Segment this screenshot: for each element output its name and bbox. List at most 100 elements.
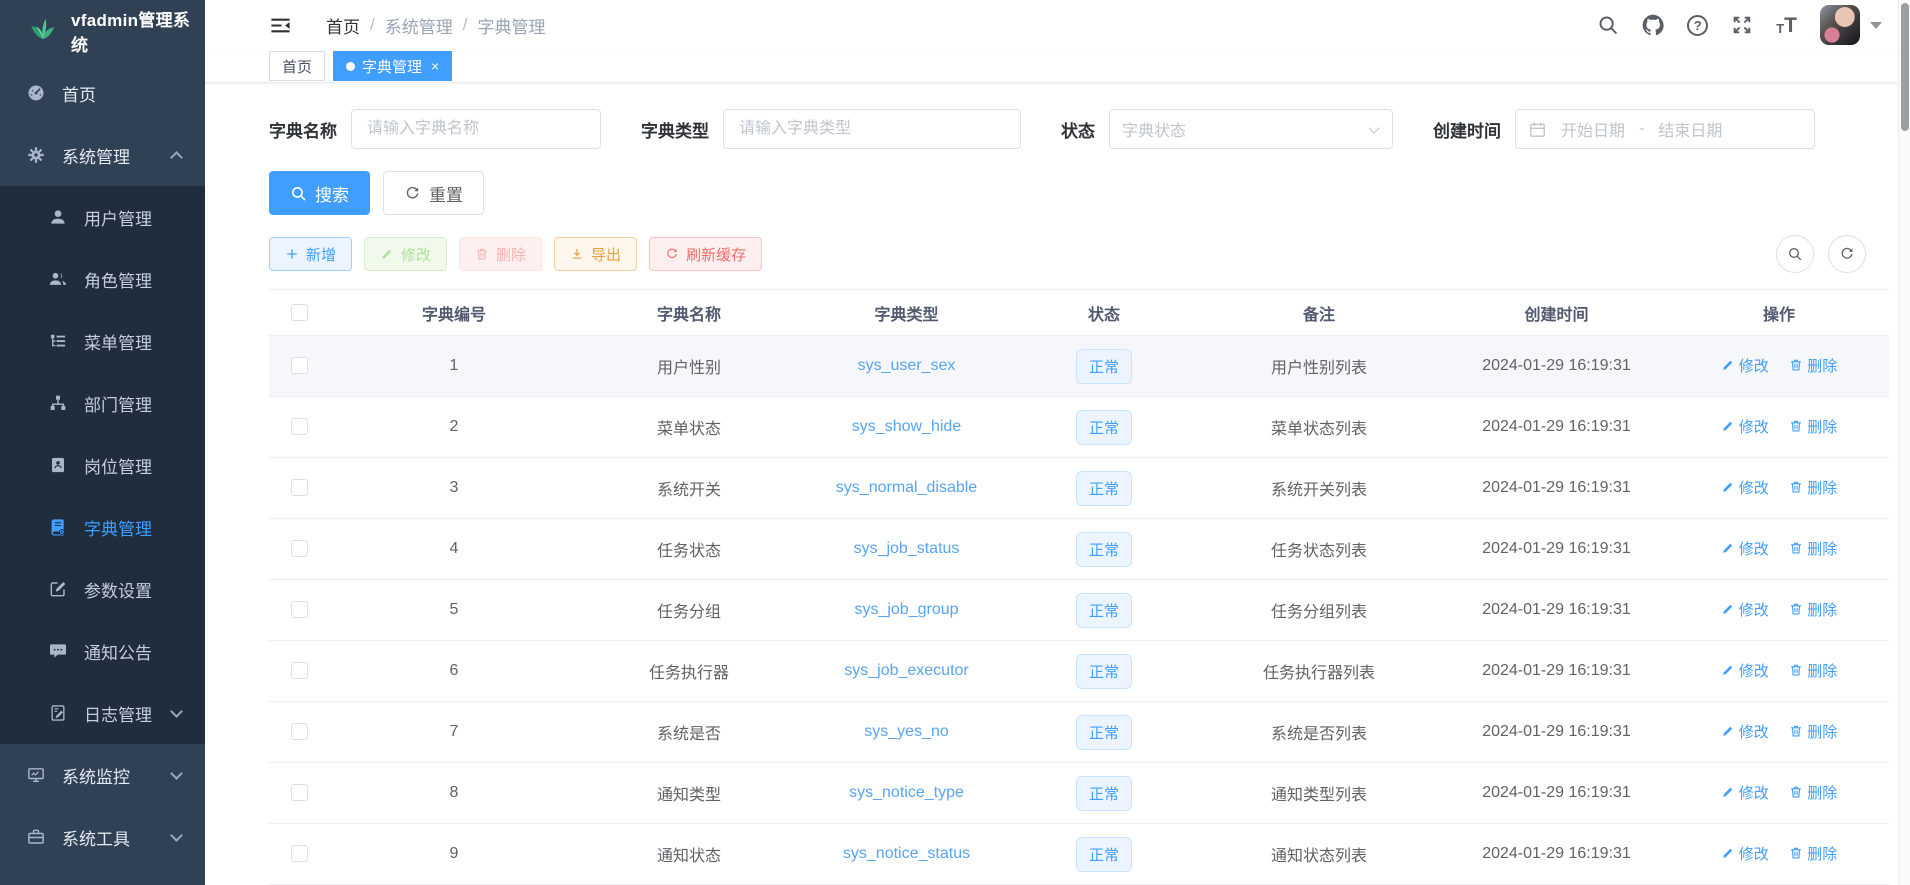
row-delete-link[interactable]: 删除 bbox=[1789, 477, 1837, 498]
toggle-search-button[interactable] bbox=[1776, 235, 1814, 273]
close-icon[interactable]: × bbox=[431, 58, 439, 74]
refresh-cache-button[interactable]: 刷新缓存 bbox=[649, 237, 762, 271]
dict-name-cell: 通知类型 bbox=[579, 763, 799, 824]
add-button[interactable]: 新增 bbox=[269, 237, 352, 271]
date-range-picker[interactable]: 开始日期 - 结束日期 bbox=[1515, 109, 1815, 149]
row-checkbox[interactable] bbox=[291, 845, 308, 862]
row-delete-link[interactable]: 删除 bbox=[1789, 538, 1837, 559]
breadcrumb: 首页 / 系统管理 / 字典管理 bbox=[326, 13, 545, 38]
tag-home[interactable]: 首页 bbox=[269, 51, 325, 81]
trash-icon bbox=[1789, 846, 1803, 860]
row-checkbox[interactable] bbox=[291, 418, 308, 435]
dict-name-cell: 用户性别 bbox=[579, 336, 799, 397]
breadcrumb-home[interactable]: 首页 bbox=[326, 13, 360, 38]
fullscreen-icon[interactable] bbox=[1731, 14, 1753, 36]
dict-type-link[interactable]: sys_yes_no bbox=[864, 723, 949, 740]
search-form: 字典名称 字典类型 状态 字典状态 创建时间 bbox=[269, 109, 1890, 149]
status-badge: 正常 bbox=[1076, 654, 1132, 689]
row-edit-link[interactable]: 修改 bbox=[1721, 782, 1769, 803]
row-checkbox[interactable] bbox=[291, 540, 308, 557]
status-badge: 正常 bbox=[1076, 471, 1132, 506]
row-checkbox[interactable] bbox=[291, 662, 308, 679]
status-select[interactable]: 字典状态 bbox=[1109, 109, 1393, 149]
search-button[interactable]: 搜索 bbox=[269, 171, 370, 215]
row-checkbox[interactable] bbox=[291, 784, 308, 801]
pencil-icon bbox=[1721, 602, 1735, 616]
navbar-right: ? TT bbox=[1597, 5, 1882, 45]
row-delete-link[interactable]: 删除 bbox=[1789, 782, 1837, 803]
sidebar-item-log-management[interactable]: 日志管理 bbox=[0, 682, 205, 744]
avatar[interactable] bbox=[1820, 5, 1860, 45]
dict-name-cell: 系统开关 bbox=[579, 458, 799, 519]
sidebar-item-post-management[interactable]: 岗位管理 bbox=[0, 434, 205, 496]
dict-name-input[interactable] bbox=[351, 109, 601, 149]
row-delete-link[interactable]: 删除 bbox=[1789, 660, 1837, 681]
row-delete-link[interactable]: 删除 bbox=[1789, 355, 1837, 376]
form-item-dict-type: 字典类型 bbox=[641, 109, 1021, 149]
delete-button[interactable]: 删除 bbox=[459, 237, 542, 271]
pencil-icon bbox=[1721, 724, 1735, 738]
refresh-table-button[interactable] bbox=[1828, 235, 1866, 273]
dict-type-link[interactable]: sys_job_status bbox=[854, 540, 960, 557]
dict-type-link[interactable]: sys_show_hide bbox=[852, 418, 961, 435]
sidebar-item-system-monitor[interactable]: 系统监控 bbox=[0, 744, 205, 806]
reset-button[interactable]: 重置 bbox=[383, 171, 484, 215]
range-separator: - bbox=[1639, 120, 1644, 138]
sidebar-item-dict-management[interactable]: 字典管理 bbox=[0, 496, 205, 558]
row-edit-link[interactable]: 修改 bbox=[1721, 721, 1769, 742]
scrollbar-track[interactable] bbox=[1898, 0, 1910, 885]
row-edit-link[interactable]: 修改 bbox=[1721, 538, 1769, 559]
row-edit-link[interactable]: 修改 bbox=[1721, 355, 1769, 376]
dict-type-link[interactable]: sys_notice_status bbox=[843, 845, 970, 862]
select-all-checkbox[interactable] bbox=[291, 304, 308, 321]
sidebar-item-menu-management[interactable]: 菜单管理 bbox=[0, 310, 205, 372]
app-root: vfadmin管理系统 首页 系统管理 用户管理 角色管理 菜单管理 部门管理 bbox=[0, 0, 1910, 885]
row-delete-link[interactable]: 删除 bbox=[1789, 599, 1837, 620]
edit-button[interactable]: 修改 bbox=[364, 237, 447, 271]
dict-id-cell: 1 bbox=[329, 336, 579, 397]
sidebar-item-dept-management[interactable]: 部门管理 bbox=[0, 372, 205, 434]
fold-menu-icon[interactable] bbox=[269, 14, 292, 37]
github-icon[interactable] bbox=[1642, 14, 1664, 36]
sidebar-item-system-management[interactable]: 系统管理 bbox=[0, 124, 205, 186]
main-area: 首页 / 系统管理 / 字典管理 ? TT 首页 bbox=[205, 0, 1910, 885]
sidebar-item-param-settings[interactable]: 参数设置 bbox=[0, 558, 205, 620]
row-delete-link[interactable]: 删除 bbox=[1789, 416, 1837, 437]
dict-type-link[interactable]: sys_job_executor bbox=[844, 662, 969, 679]
row-delete-link[interactable]: 删除 bbox=[1789, 843, 1837, 864]
row-edit-link[interactable]: 修改 bbox=[1721, 416, 1769, 437]
row-edit-link[interactable]: 修改 bbox=[1721, 843, 1769, 864]
sidebar-item-notice[interactable]: 通知公告 bbox=[0, 620, 205, 682]
form-item-dict-name: 字典名称 bbox=[269, 109, 601, 149]
breadcrumb-dict: 字典管理 bbox=[477, 13, 545, 38]
row-edit-link[interactable]: 修改 bbox=[1721, 477, 1769, 498]
dict-type-input[interactable] bbox=[723, 109, 1021, 149]
tag-dict-management[interactable]: 字典管理 × bbox=[333, 51, 452, 81]
row-edit-link[interactable]: 修改 bbox=[1721, 599, 1769, 620]
sidebar-item-system-tools[interactable]: 系统工具 bbox=[0, 806, 205, 868]
dict-id-cell: 9 bbox=[329, 824, 579, 885]
dict-type-link[interactable]: sys_job_group bbox=[854, 601, 958, 618]
row-delete-link[interactable]: 删除 bbox=[1789, 721, 1837, 742]
export-button[interactable]: 导出 bbox=[554, 237, 637, 271]
dict-type-link[interactable]: sys_notice_type bbox=[849, 784, 964, 801]
dict-type-link[interactable]: sys_user_sex bbox=[858, 357, 956, 374]
row-edit-link[interactable]: 修改 bbox=[1721, 660, 1769, 681]
row-checkbox[interactable] bbox=[291, 723, 308, 740]
sidebar-item-home[interactable]: 首页 bbox=[0, 62, 205, 124]
sidebar-item-role-management[interactable]: 角色管理 bbox=[0, 248, 205, 310]
scrollbar-thumb[interactable] bbox=[1901, 3, 1909, 131]
search-icon[interactable] bbox=[1597, 14, 1619, 36]
dict-type-link[interactable]: sys_normal_disable bbox=[836, 479, 977, 496]
created-time-cell: 2024-01-29 16:19:31 bbox=[1444, 397, 1669, 458]
dashboard-icon bbox=[26, 83, 46, 103]
font-size-icon[interactable]: TT bbox=[1776, 15, 1797, 36]
user-menu[interactable] bbox=[1820, 5, 1882, 45]
row-checkbox[interactable] bbox=[291, 357, 308, 374]
logo[interactable]: vfadmin管理系统 bbox=[0, 0, 205, 62]
question-icon[interactable]: ? bbox=[1687, 15, 1708, 36]
row-checkbox[interactable] bbox=[291, 479, 308, 496]
row-checkbox[interactable] bbox=[291, 601, 308, 618]
sidebar-item-user-management[interactable]: 用户管理 bbox=[0, 186, 205, 248]
dict-id-cell: 6 bbox=[329, 641, 579, 702]
